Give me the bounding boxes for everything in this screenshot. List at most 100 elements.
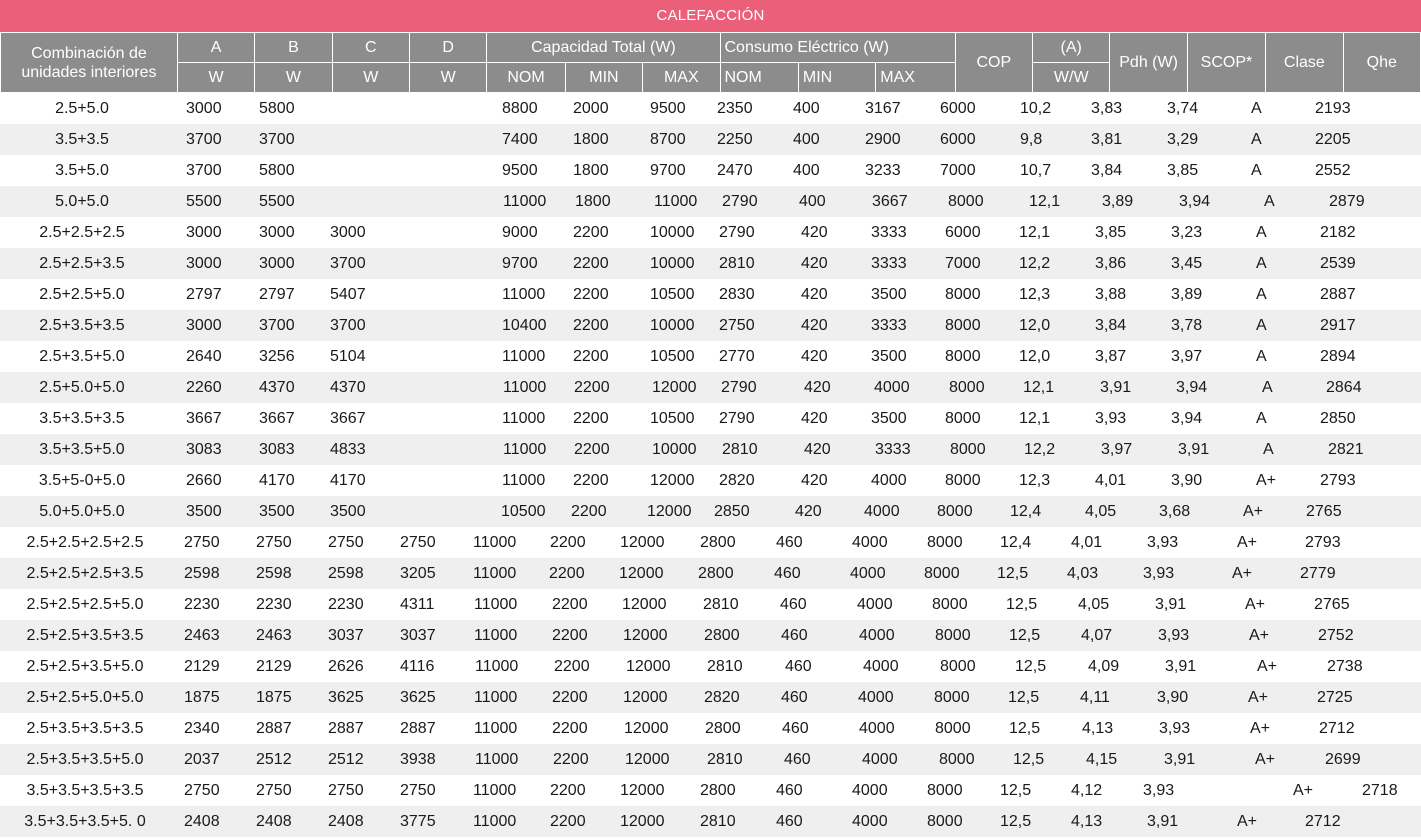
value-cell: 6000 bbox=[945, 224, 981, 241]
value-cell: 3,88 bbox=[1095, 286, 1127, 303]
table-row: 2.5+2.5+3.5+5.0 2129 2129 2626 4116 11000 2200… bbox=[0, 651, 1421, 682]
value-cell: 3700 bbox=[330, 317, 366, 334]
value-cell: 3,87 bbox=[1095, 348, 1127, 365]
value-cell: 3667 bbox=[872, 193, 908, 210]
value-cell: 11000 bbox=[474, 689, 518, 706]
value-cell: 420 bbox=[795, 503, 822, 520]
combination-cell: 3.5+5-0+5.0 bbox=[38, 472, 126, 489]
value-cell: 10000 bbox=[650, 224, 695, 241]
header-combination: Combinación de unidades interiores bbox=[0, 32, 178, 93]
value-cell: 7000 bbox=[945, 255, 981, 272]
value-cell: 2200 bbox=[574, 441, 610, 458]
value-cell: 3,89 bbox=[1171, 286, 1203, 303]
value-cell: 2200 bbox=[573, 255, 609, 272]
value-cell: 3083 bbox=[259, 441, 295, 458]
value-cell: 8000 bbox=[945, 410, 981, 427]
value-cell: 10500 bbox=[650, 348, 695, 365]
value-cell: 3,84 bbox=[1095, 317, 1127, 334]
value-cell: 2200 bbox=[550, 782, 586, 799]
value-cell: A+ bbox=[1249, 627, 1270, 644]
value-cell: 3,74 bbox=[1167, 100, 1199, 117]
value-cell: 3,78 bbox=[1171, 317, 1203, 334]
heating-spec-page: CALEFACCIÓN Combinación de unidades inte… bbox=[0, 0, 1421, 838]
combination-cell: 2.5+3.5+3.5 bbox=[39, 317, 125, 334]
table-row: 2.5+2.5+2.5 3000 3000 3000 9000 2200 10000 2790… bbox=[0, 217, 1421, 248]
header-consumption-min: MIN bbox=[797, 62, 877, 93]
value-cell: 2900 bbox=[865, 131, 901, 148]
value-cell: 4,11 bbox=[1080, 689, 1110, 706]
value-cell: 3,93 bbox=[1143, 782, 1175, 799]
value-cell: 12,5 bbox=[1009, 720, 1041, 737]
value-cell: 8800 bbox=[502, 100, 538, 117]
value-cell: 420 bbox=[801, 348, 828, 365]
value-cell: 3,94 bbox=[1171, 410, 1203, 427]
value-cell: 8000 bbox=[927, 813, 963, 830]
value-cell: 460 bbox=[784, 751, 811, 768]
value-cell: 3625 bbox=[400, 689, 436, 706]
value-cell: 3233 bbox=[865, 162, 901, 179]
value-cell: 2129 bbox=[184, 658, 220, 675]
header-consumption-max: MAX bbox=[875, 62, 956, 93]
value-cell: 1800 bbox=[573, 162, 609, 179]
value-cell: A+ bbox=[1256, 472, 1277, 489]
value-cell: 2230 bbox=[184, 596, 220, 613]
value-cell: 3,91 bbox=[1100, 379, 1132, 396]
value-cell: 10500 bbox=[501, 503, 546, 520]
value-cell: 2820 bbox=[704, 689, 740, 706]
value-cell: 2408 bbox=[256, 813, 292, 830]
value-cell: 2205 bbox=[1315, 131, 1351, 148]
header-pdh: Pdh (W) bbox=[1109, 32, 1188, 93]
value-cell: 12,0 bbox=[1019, 317, 1051, 334]
combination-cell: 2.5+3.5+3.5+5.0 bbox=[26, 751, 144, 768]
value-cell: 3,68 bbox=[1159, 503, 1191, 520]
combination-cell: 2.5+3.5+5.0 bbox=[39, 348, 125, 365]
value-cell: 9700 bbox=[502, 255, 538, 272]
value-cell: 2879 bbox=[1329, 193, 1365, 210]
value-cell: 2512 bbox=[256, 751, 292, 768]
value-cell: 12,5 bbox=[1009, 627, 1041, 644]
value-cell: 2750 bbox=[256, 782, 292, 799]
value-cell: 420 bbox=[804, 379, 831, 396]
value-cell: 2200 bbox=[573, 286, 609, 303]
value-cell: 4000 bbox=[862, 751, 898, 768]
header-cop: COP bbox=[954, 32, 1034, 93]
value-cell: 420 bbox=[801, 224, 828, 241]
value-cell: 460 bbox=[776, 534, 803, 551]
value-cell: 10400 bbox=[502, 317, 547, 334]
value-cell: 460 bbox=[782, 720, 809, 737]
value-cell: 4,03 bbox=[1067, 565, 1099, 582]
value-cell: 3700 bbox=[186, 131, 222, 148]
value-cell: 3037 bbox=[328, 627, 364, 644]
value-cell: 4,01 bbox=[1095, 472, 1127, 489]
value-cell: 420 bbox=[801, 255, 828, 272]
value-cell: 2200 bbox=[573, 317, 609, 334]
value-cell: 6000 bbox=[940, 100, 976, 117]
table-header: Combinación de unidades interiores A B C… bbox=[0, 32, 1421, 93]
table-row: 5.0+5.0 5500 5500 11000 1800 11000 2790 400 3667… bbox=[0, 186, 1421, 217]
value-cell: 2790 bbox=[721, 379, 757, 396]
value-cell: 1800 bbox=[573, 131, 609, 148]
value-cell: 4,07 bbox=[1081, 627, 1113, 644]
value-cell: 2750 bbox=[256, 534, 292, 551]
table-row: 2.5+3.5+3.5+3.5 2340 2887 2887 2887 11000 2200… bbox=[0, 713, 1421, 744]
value-cell: 460 bbox=[774, 565, 801, 582]
value-cell: 2850 bbox=[1320, 410, 1356, 427]
table-row: 2.5+2.5+2.5+5.0 2230 2230 2230 4311 11000 2200… bbox=[0, 589, 1421, 620]
header-capacity: Capacidad Total (W) bbox=[486, 32, 721, 63]
value-cell: 2230 bbox=[328, 596, 364, 613]
value-cell: 12,5 bbox=[997, 565, 1029, 582]
value-cell: 10000 bbox=[650, 255, 695, 272]
value-cell: 3,91 bbox=[1178, 441, 1210, 458]
value-cell: 2887 bbox=[1320, 286, 1356, 303]
table-row: 2.5+5.0+5.0 2260 4370 4370 11000 2200 12000 279… bbox=[0, 372, 1421, 403]
combination-cell: 3.5+5.0 bbox=[55, 162, 109, 179]
value-cell: 4000 bbox=[852, 813, 888, 830]
header-unit-a-w: W bbox=[176, 62, 256, 93]
value-cell: 11000 bbox=[503, 193, 547, 210]
value-cell: 4116 bbox=[400, 658, 435, 675]
value-cell: A bbox=[1256, 286, 1267, 303]
value-cell: 2463 bbox=[184, 627, 220, 644]
value-cell: 2797 bbox=[186, 286, 222, 303]
value-cell: 8000 bbox=[940, 658, 976, 675]
value-cell: 2260 bbox=[186, 379, 222, 396]
